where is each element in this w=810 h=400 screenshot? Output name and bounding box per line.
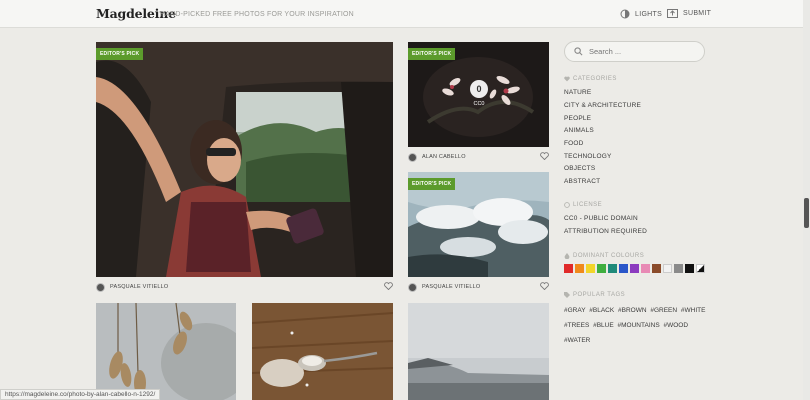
search-input[interactable] — [589, 47, 699, 56]
tags-title: POPULAR TAGS — [564, 292, 625, 298]
author-avatar — [96, 282, 105, 292]
droplet-icon — [564, 253, 570, 259]
license-cc0[interactable]: CC0 - PUBLIC DOMAIN — [564, 215, 638, 222]
author-name[interactable]: ALAN CABELLO — [422, 154, 466, 160]
tag-mountains[interactable]: #MOUNTAINS — [618, 322, 660, 329]
colour-black[interactable] — [685, 264, 694, 273]
category-animals[interactable]: ANIMALS — [564, 127, 594, 134]
photo-image — [408, 303, 549, 400]
colours-title-text: DOMINANT COLOURS — [573, 253, 645, 259]
photo-dried-leaves[interactable] — [96, 303, 236, 400]
scrollbar-thumb[interactable] — [804, 198, 809, 228]
colour-red[interactable] — [564, 264, 573, 273]
top-bar: Magdeleine HAND-PICKED FREE PHOTOS FOR Y… — [0, 0, 810, 28]
lights-label: LIGHTS — [635, 10, 663, 18]
category-people[interactable]: PEOPLE — [564, 115, 591, 122]
category-abstract[interactable]: ABSTRACT — [564, 178, 600, 185]
tag-gray[interactable]: #GRAY — [564, 307, 585, 314]
colours-title: DOMINANT COLOURS — [564, 253, 644, 259]
colour-orange[interactable] — [575, 264, 584, 273]
search-box[interactable] — [564, 41, 705, 62]
author-avatar — [408, 282, 417, 292]
colour-brown[interactable] — [652, 264, 661, 273]
tag-trees[interactable]: #TREES — [564, 322, 589, 329]
submit-label: SUBMIT — [683, 10, 712, 17]
author-name[interactable]: PASQUALE VITIELLO — [422, 284, 480, 290]
license-icon — [564, 202, 570, 208]
photo-credit: PASQUALE VITIELLO — [96, 281, 393, 293]
heart-icon[interactable] — [540, 282, 549, 290]
colour-teal[interactable] — [608, 264, 617, 273]
category-nature[interactable]: NATURE — [564, 89, 591, 96]
site-tagline: HAND-PICKED FREE PHOTOS FOR YOUR INSPIRA… — [160, 11, 354, 18]
tags-row-3: #WATER — [564, 337, 590, 344]
search-icon — [574, 47, 583, 56]
tags-title-text: POPULAR TAGS — [573, 292, 626, 298]
colour-black-white[interactable] — [696, 264, 705, 273]
photo-image — [96, 42, 393, 277]
lightbulb-icon — [620, 9, 630, 19]
categories-title-text: CATEGORIES — [573, 76, 617, 82]
tag-brown[interactable]: #BROWN — [618, 307, 647, 314]
tags-row-1: #GRAY #BLACK #BROWN #GREEN #WHITE — [564, 307, 705, 314]
colour-pink[interactable] — [641, 264, 650, 273]
author-name[interactable]: PASQUALE VITIELLO — [110, 284, 168, 290]
photo-sea-shore[interactable] — [408, 303, 549, 400]
editors-pick-badge: EDITOR'S PICK — [408, 178, 456, 190]
lights-toggle[interactable]: LIGHTS — [620, 9, 662, 19]
cc0-icon: 0 — [470, 80, 488, 98]
tag-white[interactable]: #WHITE — [681, 307, 706, 314]
category-food[interactable]: FOOD — [564, 140, 584, 147]
colour-gray[interactable] — [674, 264, 683, 273]
colour-white[interactable] — [663, 264, 672, 273]
heart-small-icon — [564, 76, 570, 82]
tag-green[interactable]: #GREEN — [650, 307, 677, 314]
heart-icon[interactable] — [384, 282, 393, 290]
colour-purple[interactable] — [630, 264, 639, 273]
upload-icon — [667, 9, 678, 18]
status-bar-url: https://magdeleine.co/photo-by-alan-cabe… — [0, 389, 161, 400]
photo-image — [96, 303, 236, 400]
categories-title: CATEGORIES — [564, 76, 617, 82]
category-objects[interactable]: OBJECTS — [564, 165, 595, 172]
category-technology[interactable]: TECHNOLOGY — [564, 153, 612, 160]
photo-credit: ALAN CABELLO — [408, 151, 549, 163]
photo-clouds-mountains[interactable]: EDITOR'S PICK — [408, 172, 549, 277]
license-attribution[interactable]: ATTRIBUTION REQUIRED — [564, 228, 647, 235]
photo-flowers[interactable]: EDITOR'S PICK 0 CC0 — [408, 42, 549, 147]
license-title: LICENSE — [564, 202, 602, 208]
tag-blue[interactable]: #BLUE — [593, 322, 614, 329]
heart-icon[interactable] — [540, 152, 549, 160]
tag-black[interactable]: #BLACK — [589, 307, 614, 314]
photo-woman-in-car[interactable]: EDITOR'S PICK — [96, 42, 393, 277]
license-label: CC0 — [473, 101, 485, 107]
tags-row-2: #TREES #BLUE #MOUNTAINS #WOOD — [564, 322, 688, 329]
tag-wood[interactable]: #WOOD — [663, 322, 688, 329]
category-city-architecture[interactable]: CITY & ARCHITECTURE — [564, 102, 641, 109]
license-title-text: LICENSE — [573, 202, 603, 208]
tag-icon — [564, 292, 570, 298]
editors-pick-badge: EDITOR'S PICK — [408, 48, 456, 60]
photo-credit: PASQUALE VITIELLO — [408, 281, 549, 293]
editors-pick-badge: EDITOR'S PICK — [96, 48, 144, 60]
colour-green[interactable] — [597, 264, 606, 273]
author-avatar — [408, 152, 417, 162]
photo-salt-spoon[interactable] — [252, 303, 393, 400]
tag-water[interactable]: #WATER — [564, 337, 590, 344]
colour-yellow[interactable] — [586, 264, 595, 273]
submit-button[interactable]: SUBMIT — [667, 9, 711, 18]
photo-image — [252, 303, 393, 400]
colour-blue[interactable] — [619, 264, 628, 273]
